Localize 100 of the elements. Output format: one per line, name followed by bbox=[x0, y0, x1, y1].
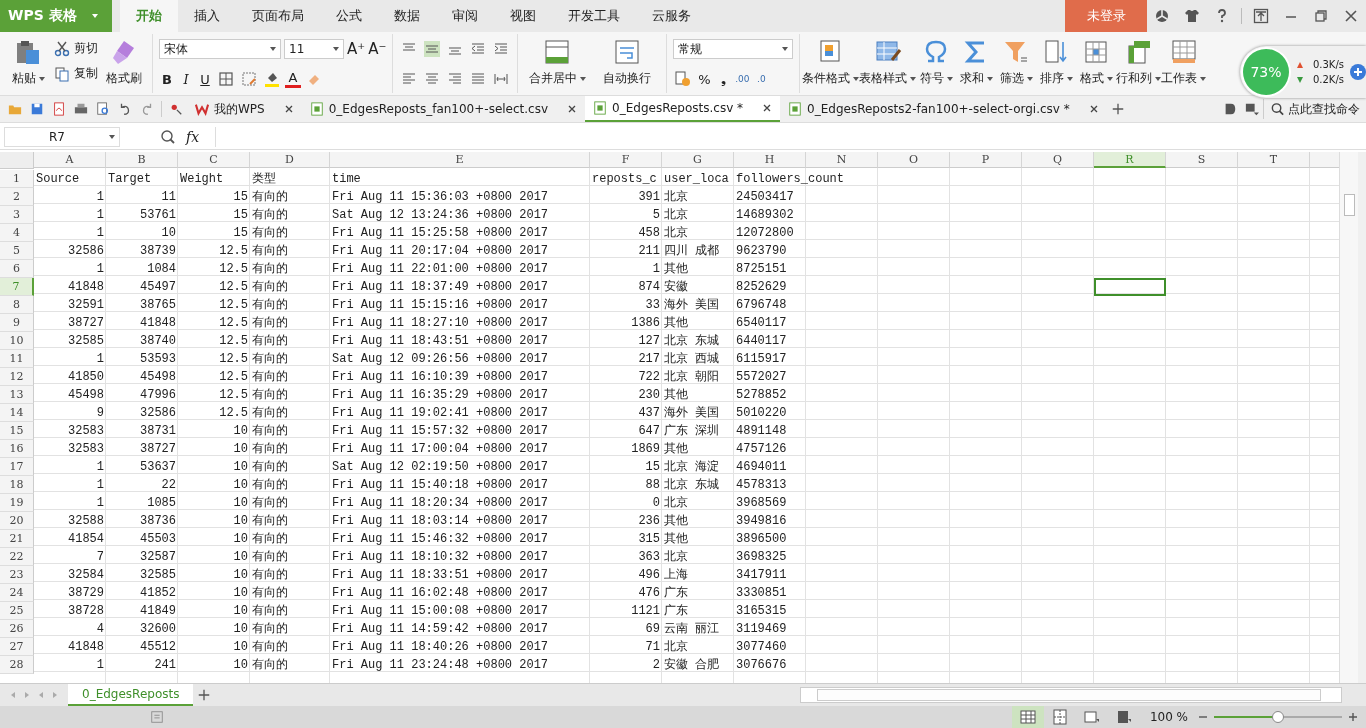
ribbon-button[interactable]: 行和列 bbox=[1116, 70, 1162, 87]
row-header[interactable]: 22 bbox=[0, 548, 34, 567]
row-header[interactable]: 5 bbox=[0, 242, 34, 261]
restore-icon[interactable] bbox=[1313, 8, 1329, 24]
scroll-thumb[interactable] bbox=[817, 689, 1321, 701]
row-header[interactable]: 6 bbox=[0, 260, 34, 279]
document-tab[interactable]: 0_EdgesReposts2-fan100+-select-orgi.csv * bbox=[780, 96, 1107, 123]
row-header[interactable]: 16 bbox=[0, 440, 34, 459]
close-tab-icon[interactable] bbox=[283, 104, 294, 115]
new-tab-icon[interactable] bbox=[1110, 102, 1125, 117]
close-icon[interactable] bbox=[1343, 8, 1359, 24]
undo-icon[interactable] bbox=[118, 102, 132, 117]
clipboard-icon[interactable] bbox=[14, 38, 42, 66]
wrap-text-icon[interactable] bbox=[613, 38, 642, 66]
skin-icon[interactable] bbox=[1154, 8, 1170, 24]
row-header[interactable]: 9 bbox=[0, 314, 34, 333]
row-header[interactable]: 18 bbox=[0, 476, 34, 495]
outdent-icon[interactable] bbox=[470, 41, 487, 57]
row-header[interactable]: 11 bbox=[0, 350, 34, 369]
name-box[interactable]: R7 bbox=[4, 127, 120, 148]
ribbon-tab[interactable]: 插入 bbox=[178, 0, 236, 32]
font-style-button[interactable]: B bbox=[159, 69, 175, 89]
copy-button[interactable]: 复制 bbox=[54, 65, 98, 82]
close-tab-icon[interactable] bbox=[567, 104, 578, 115]
comma-button[interactable]: ❟ bbox=[715, 69, 732, 89]
normal-view-icon[interactable] bbox=[1011, 706, 1044, 728]
upload-icon[interactable] bbox=[1253, 8, 1269, 24]
cell-style-icon[interactable] bbox=[241, 71, 257, 87]
zoom-slider[interactable] bbox=[1214, 711, 1342, 723]
row-header[interactable]: 27 bbox=[0, 638, 34, 657]
currency-icon[interactable] bbox=[675, 71, 692, 87]
column-header[interactable]: A bbox=[34, 152, 106, 169]
insert-function-button[interactable]: fx bbox=[186, 129, 200, 146]
decimal-button[interactable]: .0 bbox=[753, 69, 770, 89]
paste-button[interactable]: 粘贴 bbox=[11, 70, 45, 87]
row-header[interactable]: 15 bbox=[0, 422, 34, 441]
indent-icon[interactable] bbox=[493, 41, 510, 57]
font-color-button[interactable]: A bbox=[285, 70, 301, 88]
font-size-dropdown[interactable]: 11 bbox=[284, 39, 344, 59]
document-tab[interactable]: 我的WPS bbox=[187, 96, 302, 123]
row-header[interactable]: 13 bbox=[0, 386, 34, 405]
close-tab-icon[interactable] bbox=[1088, 104, 1099, 115]
horizontal-scrollbar[interactable] bbox=[800, 687, 1342, 703]
ribbon-button[interactable]: 排序 bbox=[1039, 70, 1073, 87]
column-header[interactable]: O bbox=[878, 152, 950, 169]
document-tab[interactable]: 0_EdgesReposts.csv * bbox=[585, 96, 781, 123]
column-header[interactable]: C bbox=[178, 152, 250, 169]
selected-cell[interactable] bbox=[1094, 278, 1166, 297]
zoom-in-icon[interactable] bbox=[1348, 712, 1358, 722]
align-right-icon[interactable] bbox=[447, 71, 464, 87]
ribbon-button[interactable]: 求和 bbox=[959, 70, 993, 87]
row-header[interactable]: 19 bbox=[0, 494, 34, 513]
sheet-tab[interactable]: 0_EdgesReposts bbox=[68, 684, 194, 706]
align-left-icon[interactable] bbox=[401, 71, 418, 87]
row-header[interactable]: 2 bbox=[0, 188, 34, 207]
justify-icon[interactable] bbox=[470, 71, 487, 87]
save-icon[interactable] bbox=[30, 102, 44, 117]
font-style-button[interactable]: U bbox=[197, 69, 213, 89]
preview-icon[interactable] bbox=[96, 102, 110, 117]
plus-icon[interactable] bbox=[1350, 64, 1366, 80]
zoom-icon[interactable] bbox=[160, 129, 176, 146]
column-header[interactable]: Q bbox=[1022, 152, 1094, 169]
dropdown-menu-icon[interactable] bbox=[1245, 102, 1259, 117]
borders-icon[interactable] bbox=[218, 71, 234, 87]
document-tab[interactable]: 0_EdgesReposts_fan100+-select.csv bbox=[301, 96, 586, 123]
ribbon-tab[interactable]: 云服务 bbox=[636, 0, 707, 32]
pdf-icon[interactable] bbox=[52, 102, 66, 117]
network-widget[interactable]: 73% 0.3K/s 0.2K/s bbox=[1240, 46, 1366, 98]
format-painter-button[interactable]: 格式刷 bbox=[106, 70, 142, 87]
row-header[interactable]: 26 bbox=[0, 620, 34, 639]
slider-thumb[interactable] bbox=[1272, 711, 1284, 723]
document-icon[interactable] bbox=[150, 710, 164, 724]
column-header[interactable]: P bbox=[950, 152, 1022, 169]
ribbon-tab[interactable]: 开始 bbox=[120, 0, 178, 32]
column-header[interactable] bbox=[1310, 152, 1339, 169]
number-format-dropdown[interactable]: 常规 bbox=[673, 39, 794, 59]
row-header[interactable]: 10 bbox=[0, 332, 34, 351]
row-header[interactable]: 21 bbox=[0, 530, 34, 549]
row-header[interactable]: 17 bbox=[0, 458, 34, 477]
merge-center-button[interactable]: 合并居中 bbox=[528, 70, 586, 87]
decimal-button[interactable]: .00 bbox=[734, 69, 751, 89]
merge-icon[interactable] bbox=[543, 38, 572, 66]
close-tab-icon[interactable] bbox=[762, 103, 773, 114]
row-header[interactable]: 3 bbox=[0, 206, 34, 225]
font-size-button[interactable]: A⁺ bbox=[347, 39, 366, 59]
ribbon-tab[interactable]: 公式 bbox=[320, 0, 378, 32]
ribbon-button[interactable]: 格式 bbox=[1079, 70, 1113, 87]
row-header[interactable]: 20 bbox=[0, 512, 34, 531]
row-header[interactable]: 25 bbox=[0, 602, 34, 621]
ribbon-tab[interactable]: 审阅 bbox=[436, 0, 494, 32]
percent-button[interactable]: % bbox=[696, 69, 713, 89]
ribbon-tab[interactable]: 数据 bbox=[378, 0, 436, 32]
customize-icon[interactable] bbox=[169, 102, 183, 117]
row-header[interactable]: 1 bbox=[0, 170, 34, 189]
align-middle-icon[interactable] bbox=[424, 41, 441, 57]
scroll-thumb[interactable] bbox=[1344, 194, 1355, 217]
row-header[interactable]: 14 bbox=[0, 404, 34, 423]
align-center-icon[interactable] bbox=[424, 71, 441, 87]
cut-button[interactable]: 剪切 bbox=[54, 40, 98, 57]
redo-icon[interactable] bbox=[140, 102, 154, 117]
